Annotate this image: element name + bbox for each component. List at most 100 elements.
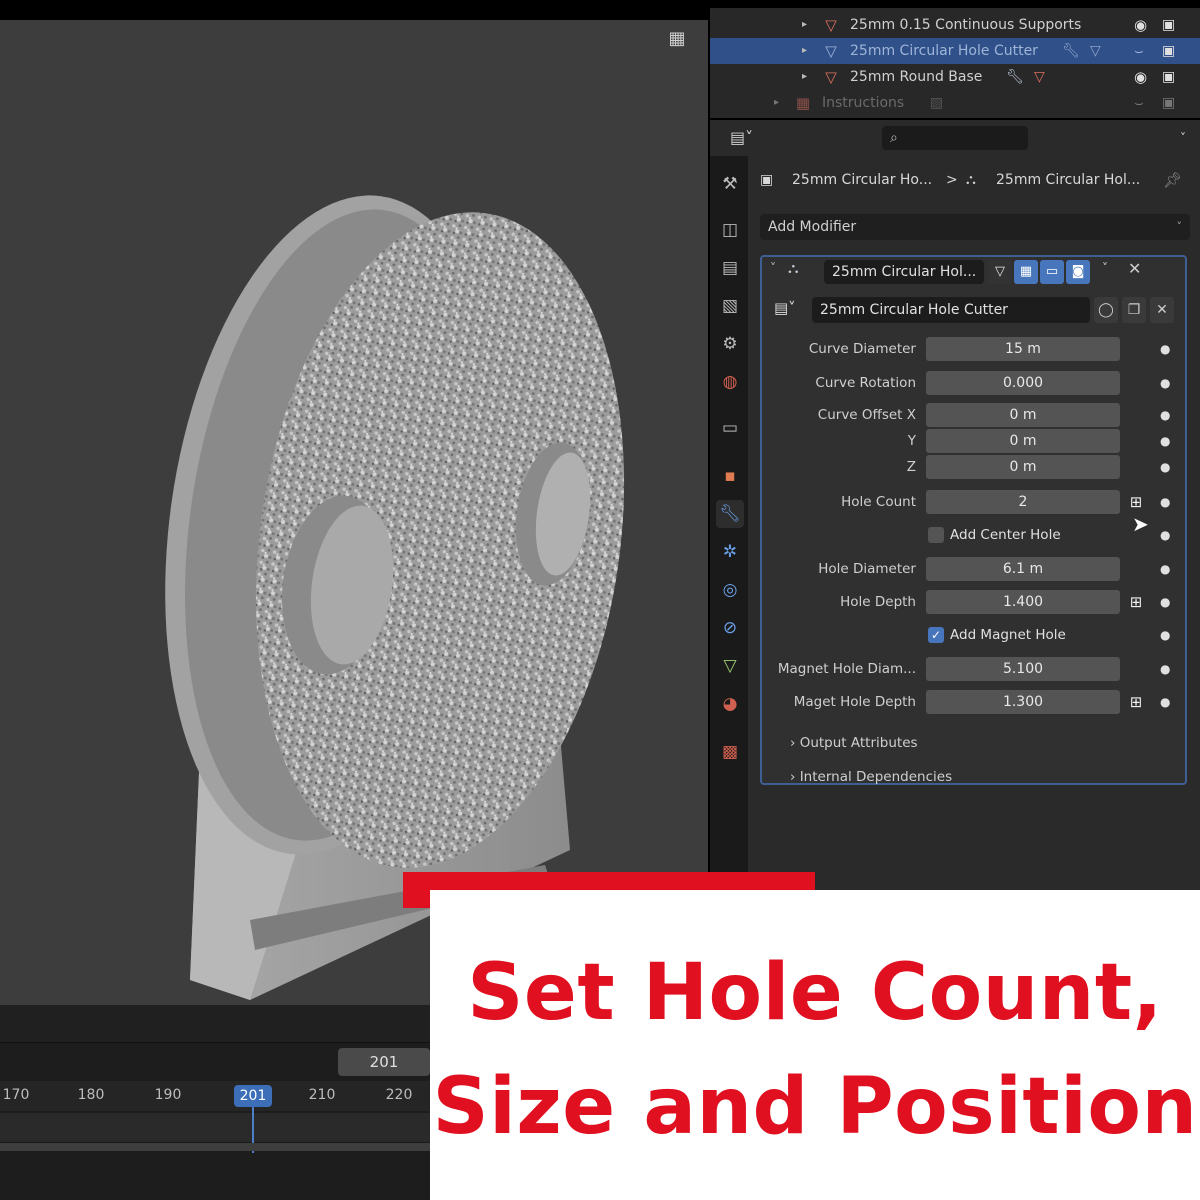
close-icon[interactable]: ✕ (1150, 297, 1174, 323)
curve-offset-y-field[interactable]: 0 m (926, 429, 1120, 453)
expand-arrow-icon[interactable]: ▸ (802, 12, 807, 38)
magnet-hole-diameter-field[interactable]: 5.100 (926, 657, 1120, 681)
keyframe-dot-icon[interactable]: ● (1160, 525, 1170, 545)
properties-editor[interactable]: ▤˅ ⌕ ˅ ⚒ ◫ ▤ ▧ ⚙ ◍ ▭ ▪ 🔧︎ ✲ ◎ ⊘ ▽ ◕ ▩ ▣ … (710, 120, 1200, 890)
timeline-track[interactable] (0, 1113, 430, 1143)
curve-offset-y-row: Y 0 m ● (762, 429, 1185, 455)
particles-tab-icon[interactable]: ✲ (716, 538, 744, 566)
editor-type-icon[interactable]: ▤˅ (730, 126, 770, 150)
curve-diameter-field[interactable]: 15 m (926, 337, 1120, 361)
keyframe-dot-icon[interactable]: ● (1160, 559, 1170, 579)
node-socket-input-icon[interactable]: ⊞ (1124, 690, 1148, 714)
keyframe-dot-icon[interactable]: ● (1160, 431, 1170, 451)
expand-arrow-icon[interactable]: ▸ (802, 64, 807, 90)
outliner-row[interactable]: ▸ ▽ 25mm Round Base 🔧︎ ▽ ◉ ▣ (710, 64, 1200, 90)
timeline-ruler[interactable]: 170 180 190 210 220 (0, 1081, 430, 1111)
keyframe-dot-icon[interactable]: ● (1160, 625, 1170, 645)
hidden-eye-icon[interactable]: ⌣ (1134, 38, 1144, 64)
close-icon[interactable]: ✕ (1128, 259, 1141, 278)
eye-icon[interactable]: ◉ (1134, 12, 1147, 38)
data-tab-icon[interactable]: ▽ (716, 652, 744, 680)
render-toggle-icon[interactable]: ◙ (1066, 260, 1090, 284)
keyframe-dot-icon[interactable]: ● (1160, 457, 1170, 477)
texture-tab-icon[interactable]: ▩ (716, 738, 744, 766)
node-socket-input-icon[interactable]: ⊞ (1124, 590, 1148, 614)
modifier-tab-icon[interactable]: 🔧︎ (716, 500, 744, 528)
perspective-grid-icon[interactable]: ▦ (662, 26, 692, 52)
fake-user-icon[interactable]: ◯ (1094, 297, 1118, 323)
camera-icon[interactable]: ▣ (1162, 12, 1175, 38)
outliner-row-selected[interactable]: ▸ ▽ 25mm Circular Hole Cutter 🔧︎ ▽ ⌣ ▣ (710, 38, 1200, 64)
timeline-scrollbar[interactable] (0, 1143, 430, 1151)
outliner-row[interactable]: ▸ ▽ 25mm 0.15 Continuous Supports ◉ ▣ (710, 12, 1200, 38)
magnet-hole-depth-field[interactable]: 1.300 (926, 690, 1120, 714)
duplicate-icon[interactable]: ❐ (1122, 297, 1146, 323)
pin-icon[interactable]: 📌︎ (1163, 166, 1182, 194)
modifier-header: ˅ ⛬ 25mm Circular Hol... ▽ ▦ ▭ ◙ ˅ ✕ (762, 257, 1185, 287)
outliner-row-label: Instructions (822, 95, 905, 111)
hole-depth-field[interactable]: 1.400 (926, 590, 1120, 614)
world-tab-icon[interactable]: ◍ (716, 368, 744, 396)
geometry-nodes-modifier-panel: ˅ ⛬ 25mm Circular Hol... ▽ ▦ ▭ ◙ ˅ ✕ ▤˅ … (760, 255, 1187, 785)
material-tab-icon[interactable]: ◕ (716, 690, 744, 718)
keyframe-dot-icon[interactable]: ● (1160, 339, 1170, 359)
on-cage-toggle-icon[interactable]: ▦ (1014, 260, 1038, 284)
keyframe-dot-icon[interactable]: ● (1160, 659, 1170, 679)
keyframe-dot-icon[interactable]: ● (1160, 492, 1170, 512)
keyframe-dot-icon[interactable]: ● (1160, 405, 1170, 425)
chevron-down-icon[interactable]: ˅ (1180, 126, 1186, 150)
hole-count-field[interactable]: 2 (926, 490, 1120, 514)
expand-arrow-icon[interactable]: ▸ (802, 38, 807, 64)
tool-tab-icon[interactable]: ⚒ (716, 170, 744, 198)
scene-tab-icon[interactable]: ⚙ (716, 330, 744, 358)
checkbox-label: Add Center Hole (950, 527, 1061, 543)
camera-icon[interactable]: ▣ (1162, 64, 1175, 90)
curve-offset-x-field[interactable]: 0 m (926, 403, 1120, 427)
keyframe-dot-icon[interactable]: ● (1160, 373, 1170, 393)
hole-diameter-field[interactable]: 6.1 m (926, 557, 1120, 581)
chevron-down-icon[interactable]: ˅ (1102, 261, 1108, 275)
tick-label: 170 (2, 1087, 30, 1103)
properties-search-input[interactable]: ⌕ (882, 126, 1028, 150)
eye-icon[interactable]: ◉ (1134, 64, 1147, 90)
magnet-hole-depth-row: Maget Hole Depth 1.300 ⊞ ● (762, 690, 1185, 716)
constraints-tab-icon[interactable]: ⊘ (716, 614, 744, 642)
physics-tab-icon[interactable]: ◎ (716, 576, 744, 604)
viewport-toggle-icon[interactable]: ▭ (1040, 260, 1064, 284)
outliner-row[interactable]: ▸ ▦ Instructions ▨ ⌣ ▣ (710, 90, 1200, 116)
output-tab-icon[interactable]: ▤ (716, 254, 744, 282)
outliner-row-label: 25mm 0.15 Continuous Supports (850, 17, 1082, 33)
object-tab-icon[interactable]: ▪ (716, 462, 744, 490)
output-attributes-subpanel[interactable]: › Output Attributes (790, 731, 918, 755)
mouse-cursor-icon: ➤ (1132, 512, 1149, 536)
modifier-name-field[interactable]: 25mm Circular Hol... (824, 260, 984, 284)
add-center-hole-checkbox[interactable] (928, 527, 944, 543)
keyframe-dot-icon[interactable]: ● (1160, 592, 1170, 612)
add-modifier-button[interactable]: Add Modifier ˅ (760, 214, 1190, 240)
node-group-name-field[interactable]: 25mm Circular Hole Cutter (812, 297, 1090, 323)
camera-icon[interactable]: ▣ (1162, 90, 1175, 116)
curve-offset-z-field[interactable]: 0 m (926, 455, 1120, 479)
timeline[interactable]: 201 170 180 190 210 220 201 (0, 1005, 430, 1200)
render-tab-icon[interactable]: ◫ (716, 216, 744, 244)
node-tree-icon[interactable]: ▤˅ (774, 299, 796, 317)
current-frame-field[interactable]: 201 (338, 1048, 430, 1076)
outliner[interactable]: ▸ ▽ 25mm 0.15 Continuous Supports ◉ ▣ ▸ … (710, 8, 1200, 118)
node-socket-input-icon[interactable]: ⊞ (1124, 490, 1148, 514)
camera-icon[interactable]: ▣ (1162, 38, 1175, 64)
view-layer-tab-icon[interactable]: ▧ (716, 292, 744, 320)
3d-viewport[interactable]: ▦ (0, 20, 708, 1005)
collection-tab-icon[interactable]: ▭ (716, 414, 744, 442)
playhead-frame-badge[interactable]: 201 (234, 1085, 272, 1107)
edit-mode-toggle-icon[interactable]: ▽ (988, 260, 1012, 284)
node-group-selector[interactable]: ▤˅ 25mm Circular Hole Cutter ◯ ❐ ✕ (770, 297, 1175, 323)
curve-rotation-field[interactable]: 0.000 (926, 371, 1120, 395)
keyframe-dot-icon[interactable]: ● (1160, 692, 1170, 712)
hidden-eye-icon[interactable]: ⌣ (1134, 90, 1144, 116)
collapse-chevron-icon[interactable]: ˅ (770, 261, 776, 275)
internal-dependencies-subpanel[interactable]: › Internal Dependencies (790, 765, 952, 789)
add-magnet-hole-checkbox[interactable]: ✓ (928, 627, 944, 643)
expand-arrow-icon[interactable]: ▸ (774, 90, 779, 116)
prop-label: Hole Diameter (818, 561, 916, 577)
subpanel-label: Output Attributes (799, 735, 918, 751)
